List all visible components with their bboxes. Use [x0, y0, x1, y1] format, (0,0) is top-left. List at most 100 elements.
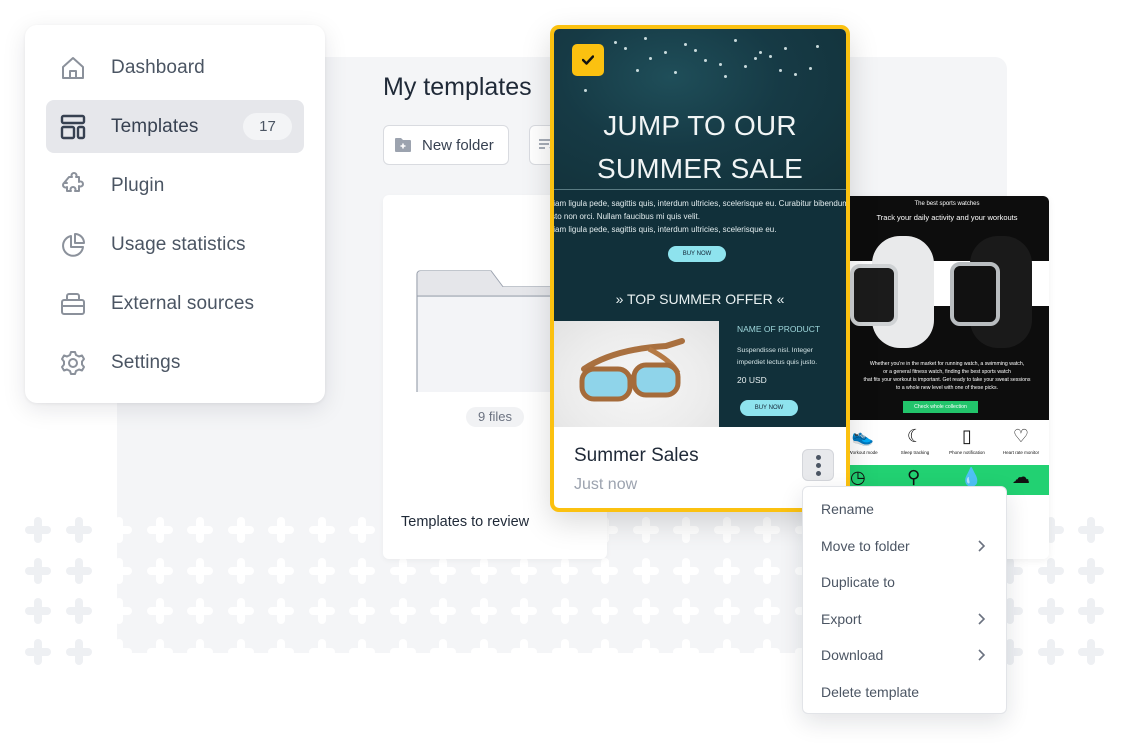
- menu-item-delete-template[interactable]: Delete template: [803, 674, 1006, 711]
- plus-decoration: [25, 638, 51, 665]
- puzzle-icon: [58, 171, 88, 201]
- plus-decoration: [1078, 517, 1104, 543]
- sunglasses-image: [554, 321, 719, 427]
- sparkle-decoration: [734, 39, 737, 42]
- template-card-summer-sales[interactable]: JUMP TO OUR SUMMER SALE tiam ligula pede…: [550, 25, 850, 512]
- clock-icon: ◷: [850, 467, 866, 487]
- watch-paragraph-line: to a whole new level with one of these p…: [895, 385, 999, 391]
- headline-line: SUMMER SALE: [596, 153, 804, 184]
- plus-decoration: [25, 517, 51, 543]
- sparkle-decoration: [809, 67, 812, 70]
- plus-decoration: [1078, 638, 1104, 665]
- phone-icon: ▯: [962, 426, 972, 446]
- plus-decoration: [65, 557, 92, 584]
- sparkle-decoration: [769, 55, 772, 58]
- email-headline: JUMP TO OUR SUMMER SALE: [554, 104, 846, 190]
- chevron-right-icon: [978, 649, 986, 661]
- sparkle-decoration: [694, 49, 697, 52]
- file-count-pill: 9 files: [466, 407, 524, 427]
- menu-item-label: Move to folder: [821, 537, 910, 554]
- sparkle-decoration: [719, 63, 722, 66]
- menu-item-move-to-folder[interactable]: Move to folder: [803, 528, 1006, 565]
- sidebar-item-label: Templates: [111, 115, 199, 137]
- sunglasses-illustration: [579, 338, 685, 402]
- sparkle-decoration: [794, 73, 797, 76]
- folder-plus-icon: [395, 138, 411, 152]
- sidebar-item-label: External sources: [111, 292, 255, 314]
- heart-rate-icon: ♡: [1012, 426, 1030, 446]
- menu-item-download[interactable]: Download: [803, 637, 1006, 674]
- plus-decoration: [1037, 638, 1064, 665]
- sidebar-item-label: Dashboard: [111, 56, 205, 78]
- plus-decoration: [65, 638, 92, 665]
- sidebar-item-plugin[interactable]: Plugin: [46, 159, 304, 212]
- template-name: Summer Sales: [574, 445, 699, 466]
- sparkle-decoration: [644, 37, 647, 40]
- menu-item-label: Download: [821, 647, 884, 664]
- gear-icon: [58, 348, 88, 378]
- sidebar-item-templates[interactable]: Templates 17: [46, 100, 304, 153]
- divider: [554, 189, 846, 190]
- templates-layout-icon: [58, 112, 88, 142]
- feature-phone: ▯ Phone notification: [942, 426, 992, 455]
- sparkle-decoration: [664, 51, 667, 54]
- context-menu: Rename Move to folder Duplicate to Expor…: [802, 486, 1007, 714]
- sparkle-decoration: [724, 75, 727, 78]
- feature-label: Phone notification: [949, 450, 985, 455]
- sidebar-item-settings[interactable]: Settings: [46, 336, 304, 389]
- black-watch-face: [950, 262, 1000, 326]
- chevron-right-icon: [978, 539, 986, 552]
- email-lorem: tiam ligula pede, sagittis quis, interdu…: [551, 197, 849, 236]
- stack-icon: [58, 289, 88, 319]
- plus-decoration: [25, 557, 51, 584]
- weather-icon: ☁: [1012, 467, 1030, 487]
- page-title: My templates: [383, 73, 532, 101]
- sidebar: Dashboard Templates 17 Plugin Usage stat…: [25, 25, 325, 403]
- menu-item-export[interactable]: Export: [803, 601, 1006, 638]
- lorem-line: tiam ligula pede, sagittis quis, interdu…: [551, 199, 849, 208]
- sidebar-item-usage-statistics[interactable]: Usage statistics: [46, 218, 304, 271]
- email-offer-heading: » TOP SUMMER OFFER «: [615, 291, 785, 307]
- templates-count-badge: 17: [243, 113, 292, 140]
- product-price: 20 USD: [737, 375, 767, 385]
- sidebar-item-label: Plugin: [111, 174, 165, 196]
- pie-chart-icon: [58, 230, 88, 260]
- sparkle-decoration: [744, 65, 747, 68]
- sidebar-item-external-sources[interactable]: External sources: [46, 277, 304, 330]
- product-description-line: imperdiet lectus quis justo.: [737, 359, 818, 366]
- menu-item-label: Export: [821, 610, 862, 627]
- sidebar-item-label: Usage statistics: [111, 233, 246, 255]
- product-description: Suspendisse nisl. Integer imperdiet lect…: [737, 345, 817, 369]
- sparkle-decoration: [784, 47, 787, 50]
- sparkle-decoration: [704, 59, 707, 62]
- menu-item-rename[interactable]: Rename: [803, 491, 1006, 528]
- menu-item-label: Duplicate to: [821, 574, 895, 591]
- sparkle-decoration: [754, 57, 757, 60]
- menu-item-duplicate-to[interactable]: Duplicate to: [803, 564, 1006, 601]
- sparkle-decoration: [674, 71, 677, 74]
- new-folder-button[interactable]: New folder: [383, 125, 509, 165]
- menu-item-label: Delete template: [821, 683, 920, 700]
- sparkle-decoration: [684, 43, 687, 46]
- sleep-moon-icon: ☾: [906, 426, 924, 446]
- product-name: NAME OF PRODUCT: [737, 324, 821, 334]
- sidebar-item-dashboard[interactable]: Dashboard: [46, 41, 304, 94]
- sparkle-decoration: [624, 47, 627, 50]
- watch-heading: Track your daily activity and your worko…: [876, 213, 1018, 222]
- email-buy-now-button: BUY NOW: [668, 246, 726, 262]
- more-options-button[interactable]: [802, 449, 834, 481]
- location-pin-icon: ⚲: [907, 467, 921, 487]
- home-icon: [58, 53, 88, 83]
- watch-paragraph: Whether you're in the market for running…: [845, 360, 1049, 392]
- feature-label: Heart rate monitor: [1002, 450, 1040, 455]
- sparkle-decoration: [614, 41, 617, 44]
- checkmark-icon: [582, 55, 594, 65]
- white-watch-face: [850, 264, 898, 326]
- watch-preview-hero: The best sports watches Track your daily…: [820, 196, 1049, 420]
- plus-decoration: [1078, 557, 1104, 584]
- sparkle-decoration: [649, 57, 652, 60]
- sparkle-decoration: [759, 51, 762, 54]
- template-updated: Just now: [574, 476, 638, 493]
- select-checkbox[interactable]: [572, 44, 604, 76]
- feature-sleep: ☾ Sleep tracking: [890, 426, 940, 455]
